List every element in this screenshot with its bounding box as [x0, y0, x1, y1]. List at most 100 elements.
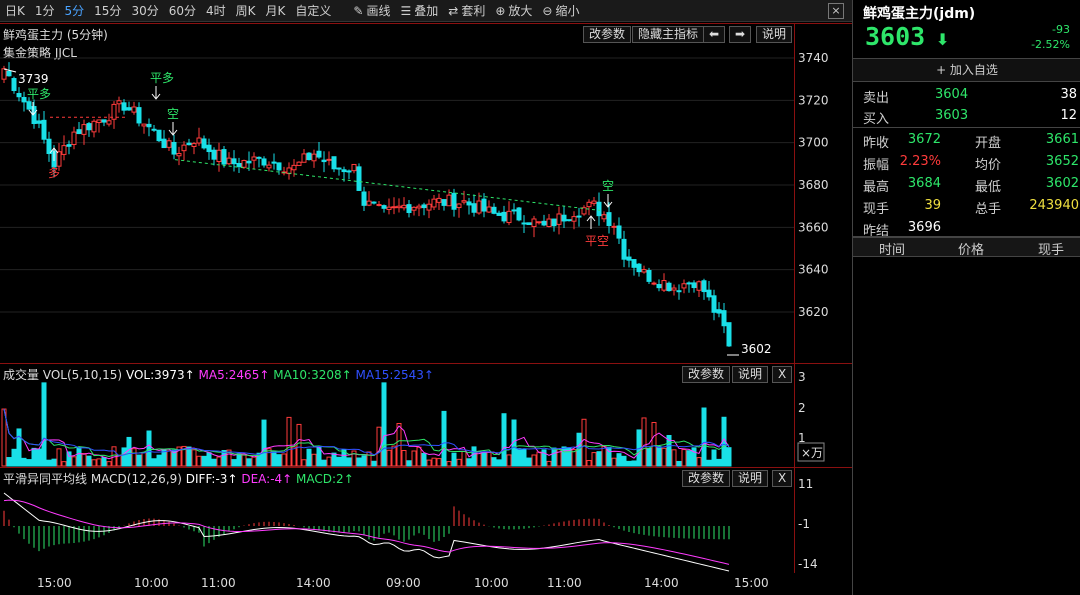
volume-bar: [621, 455, 627, 467]
candle-body: [131, 106, 137, 113]
candle-body: [96, 119, 102, 123]
volume-bar: [431, 457, 437, 467]
candle-body: [416, 205, 422, 209]
volume-bar: [131, 448, 137, 467]
candle-body: [601, 214, 607, 220]
tick-table-header: 时间 价格 现手: [853, 237, 1080, 258]
candle-body: [576, 215, 582, 218]
candle-body: [491, 206, 497, 214]
stat-label: 最高: [863, 180, 890, 195]
volume-bar: [641, 417, 647, 467]
volume-bar: [696, 457, 702, 467]
volume-bar: [496, 459, 502, 467]
volume-bar: [631, 460, 637, 467]
volume-bar: [116, 454, 122, 467]
volume-bar: [411, 450, 417, 467]
candle-body: [381, 205, 387, 209]
candle-body: [376, 204, 382, 207]
stat-label: 总手: [975, 202, 1002, 217]
candle-body: [671, 287, 677, 291]
candle-body: [566, 219, 572, 222]
volume-bar: [16, 428, 22, 467]
candle-body: [256, 156, 262, 159]
candle-body: [681, 283, 687, 289]
candle-body: [391, 206, 397, 209]
volume-bar: [526, 457, 532, 467]
candle-body: [201, 138, 207, 149]
candle-body: [716, 309, 722, 314]
tick-volume-header: 现手: [1038, 243, 1065, 258]
stat-label: 振幅: [863, 158, 890, 173]
candle-body: [386, 206, 392, 211]
volume-bar: [531, 454, 537, 467]
candle-body: [711, 295, 717, 313]
volume-bar: [91, 459, 97, 467]
candle-body: [626, 256, 632, 261]
volume-bar: [426, 459, 432, 467]
candle-body: [56, 151, 62, 167]
volume-bar: [331, 452, 337, 467]
candle-body: [531, 218, 537, 228]
candle-body: [121, 102, 127, 111]
volume-bar: [136, 454, 142, 467]
price-tick-label: 3640: [798, 263, 829, 277]
volume-bar: [156, 454, 162, 467]
candle-body: [171, 141, 177, 155]
candle-body: [66, 144, 72, 147]
volume-bar: [416, 446, 422, 467]
time-tick-label: 10:00: [474, 576, 509, 590]
volume-bar: [151, 458, 157, 467]
volume-bar: [211, 458, 217, 467]
volume-bar: [506, 454, 512, 467]
candle-body: [431, 198, 437, 208]
macd-tick-label: -1: [798, 517, 810, 531]
volume-bar: [596, 451, 602, 467]
trade-signal-label: 平多: [27, 87, 51, 101]
candle-body: [521, 222, 527, 225]
candle-body: [366, 200, 372, 206]
trade-signal-label: 空: [602, 179, 614, 193]
last-price: 3603: [865, 22, 926, 51]
candle-body: [191, 143, 197, 147]
stat-value: 3652: [1045, 154, 1079, 169]
candle-body: [571, 216, 577, 222]
volume-bar: [236, 453, 242, 467]
volume-bar: [586, 460, 592, 467]
volume-bar: [261, 419, 267, 467]
ask-label: 卖出: [863, 91, 890, 106]
candle-body: [261, 158, 267, 166]
candle-body: [106, 120, 112, 125]
quote-stat-row: 现手 39 总手 243940: [853, 195, 1080, 217]
volume-bar: [326, 456, 332, 467]
candle-body: [216, 149, 222, 163]
candle-body: [446, 194, 452, 207]
volume-bar: [561, 446, 567, 467]
candle-body: [236, 162, 242, 168]
volume-bar: [101, 456, 107, 467]
volume-bar: [11, 448, 17, 467]
candle-body: [726, 322, 732, 347]
volume-tick-label: 3: [798, 370, 806, 384]
candle-body: [421, 204, 427, 209]
candle-body: [231, 158, 237, 165]
volume-bar: [276, 454, 282, 467]
volume-bar: [41, 382, 47, 467]
candle-body: [6, 70, 12, 77]
stat-label: 最低: [975, 180, 1002, 195]
diff-line: [3, 492, 730, 572]
volume-bar: [446, 461, 452, 467]
candle-body: [486, 206, 492, 213]
volume-bar: [81, 453, 87, 467]
candle-body: [266, 164, 272, 169]
change-value: -93: [1052, 23, 1070, 36]
candle-body: [411, 206, 417, 211]
volume-bar: [611, 457, 617, 467]
volume-bar: [106, 461, 112, 467]
candle-body: [406, 204, 412, 214]
volume-bar: [591, 452, 597, 467]
candle-body: [16, 92, 22, 98]
down-arrow-icon: ⬇: [936, 30, 950, 49]
volume-bar: [481, 451, 487, 467]
add-to-watchlist-button[interactable]: + 加入自选: [853, 58, 1080, 82]
time-tick-label: 09:00: [386, 576, 421, 590]
